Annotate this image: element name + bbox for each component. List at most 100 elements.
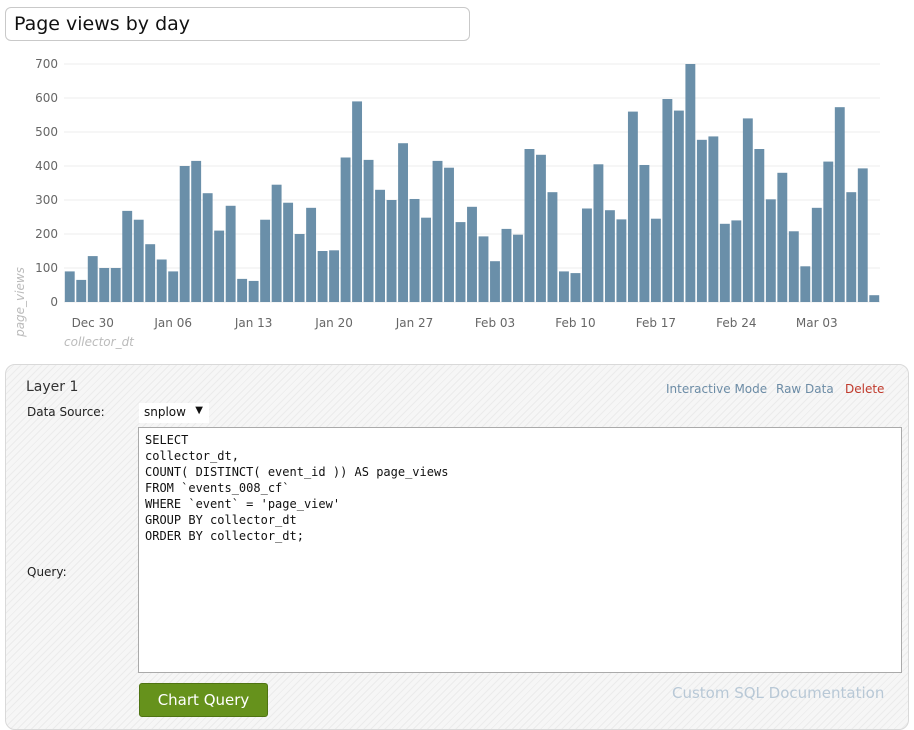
data-source-label: Data Source: xyxy=(27,405,105,419)
y-tick-label: 300 xyxy=(35,193,58,207)
bar xyxy=(754,149,765,302)
bar xyxy=(869,295,880,302)
bar xyxy=(467,206,477,302)
y-tick-label: 400 xyxy=(35,159,58,173)
bar xyxy=(501,228,512,302)
chart-title-input[interactable] xyxy=(5,7,470,41)
bar xyxy=(375,189,386,302)
bar xyxy=(823,161,834,302)
chart-query-button[interactable]: Chart Query xyxy=(139,683,268,717)
bar xyxy=(283,202,294,302)
bar xyxy=(99,268,110,302)
data-source-select[interactable]: snplow ▼ xyxy=(139,403,209,423)
page-views-bar-chart: 0 100 200 300 400 500 600 700 Dec 30 Jan 06 Jan 1… xyxy=(13,57,880,349)
bar xyxy=(639,164,650,302)
query-label: Query: xyxy=(27,565,67,579)
bar xyxy=(788,231,799,302)
bar xyxy=(191,160,202,302)
x-tick-label: Jan 06 xyxy=(153,316,192,330)
x-tick-label: Feb 10 xyxy=(555,316,595,330)
y-tick-label: 500 xyxy=(35,125,58,139)
raw-data-link[interactable]: Raw Data xyxy=(776,382,834,396)
bar xyxy=(604,210,615,302)
bar xyxy=(225,205,236,302)
bar xyxy=(490,261,500,302)
bar xyxy=(765,199,776,302)
x-axis-title: collector_dt xyxy=(64,335,135,349)
bar xyxy=(857,168,868,302)
x-tick-label: Mar 03 xyxy=(796,316,838,330)
x-tick-label: Feb 24 xyxy=(716,316,756,330)
bar xyxy=(846,192,857,302)
bar xyxy=(616,219,627,302)
bar xyxy=(547,192,558,302)
bar xyxy=(432,160,443,302)
bar xyxy=(306,207,317,302)
y-axis-title: page_views xyxy=(13,267,27,338)
bar xyxy=(696,139,707,302)
bar xyxy=(87,256,98,302)
bar xyxy=(811,207,822,302)
x-tick-label: Jan 27 xyxy=(395,316,434,330)
bar xyxy=(352,101,363,303)
bar xyxy=(110,268,121,302)
bar xyxy=(627,111,638,302)
bar xyxy=(248,280,259,302)
bar xyxy=(168,271,179,302)
bar xyxy=(145,244,156,302)
bar xyxy=(742,118,753,303)
bar xyxy=(478,236,489,302)
bar xyxy=(593,164,604,302)
bar xyxy=(179,166,190,302)
bar xyxy=(122,210,133,302)
bar xyxy=(340,157,351,302)
bar xyxy=(834,107,845,303)
x-axis-ticks: Dec 30 Jan 06 Jan 13 Jan 20 Jan 27 Feb 03 Feb … xyxy=(72,316,838,330)
bar xyxy=(386,200,397,302)
bar xyxy=(524,149,535,302)
bar xyxy=(398,143,408,302)
bar xyxy=(662,99,673,302)
bar xyxy=(260,219,271,302)
x-tick-label: Jan 20 xyxy=(314,316,353,330)
bar xyxy=(685,64,696,302)
bar xyxy=(214,230,225,302)
y-tick-label: 100 xyxy=(35,261,58,275)
bar xyxy=(513,234,523,302)
bar xyxy=(455,222,466,302)
x-tick-label: Feb 17 xyxy=(636,316,676,330)
dropdown-caret-icon: ▼ xyxy=(195,405,203,416)
interactive-mode-link[interactable]: Interactive Mode xyxy=(666,382,767,396)
bar xyxy=(536,154,546,302)
bar xyxy=(133,219,144,302)
y-tick-label: 0 xyxy=(50,295,58,309)
bar xyxy=(558,271,569,302)
query-textarea[interactable] xyxy=(138,427,902,673)
x-tick-label: Jan 13 xyxy=(234,316,273,330)
bar xyxy=(800,266,811,302)
bar xyxy=(673,110,684,302)
bar xyxy=(581,208,592,302)
layer-panel: Layer 1 Interactive Mode Raw Data Delete… xyxy=(5,364,909,730)
bar xyxy=(421,217,431,302)
bar xyxy=(708,136,719,302)
bar xyxy=(202,193,213,302)
bar xyxy=(76,279,87,302)
y-tick-label: 200 xyxy=(35,227,58,241)
bar xyxy=(570,273,581,302)
custom-sql-docs-link[interactable]: Custom SQL Documentation xyxy=(672,684,884,702)
delete-layer-link[interactable]: Delete xyxy=(845,382,884,396)
bar xyxy=(271,184,282,302)
y-tick-label: 700 xyxy=(35,57,58,71)
bar xyxy=(156,259,167,302)
bar xyxy=(64,271,75,302)
chart-bars xyxy=(64,64,880,303)
y-tick-label: 600 xyxy=(35,91,58,105)
bar xyxy=(409,198,420,302)
bar xyxy=(444,167,454,302)
bar xyxy=(777,172,788,302)
bar xyxy=(329,250,340,302)
x-tick-label: Feb 03 xyxy=(475,316,515,330)
bar xyxy=(650,218,661,302)
bar xyxy=(731,220,742,302)
